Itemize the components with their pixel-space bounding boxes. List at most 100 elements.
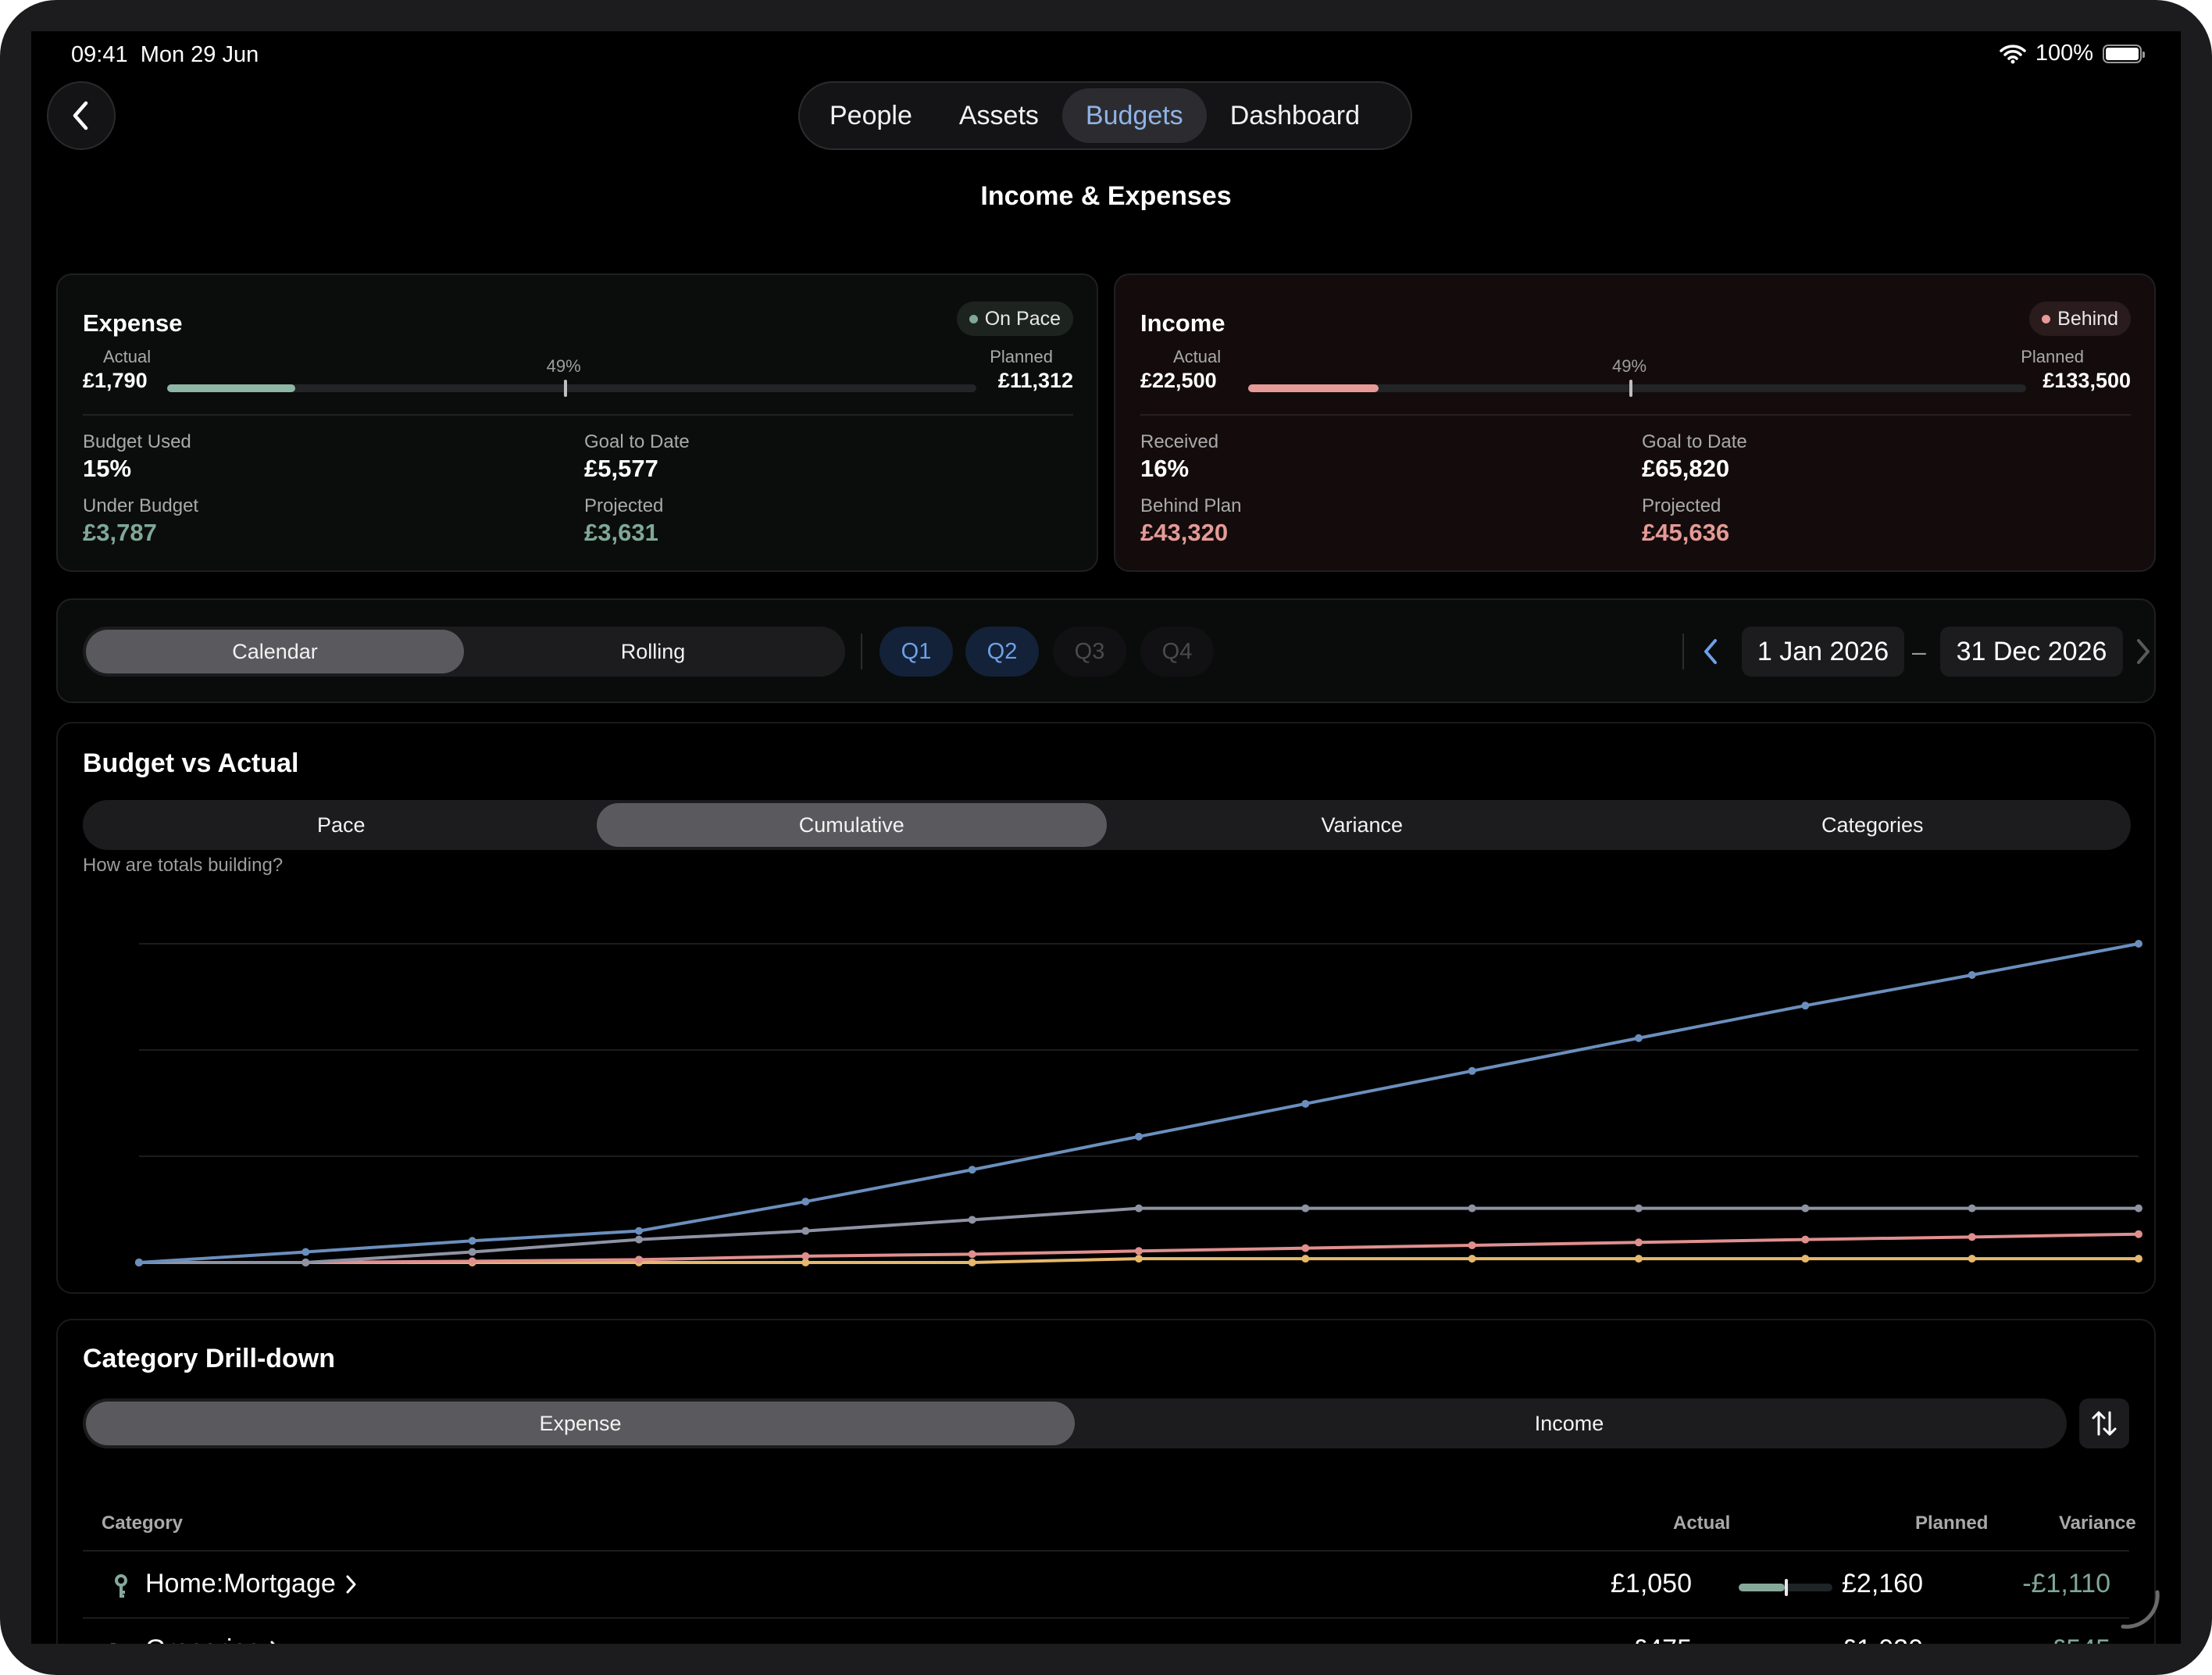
income-summary-card[interactable]: Income Behind Actual £22,500 Planned £13… bbox=[1114, 273, 2156, 572]
data-point[interactable] bbox=[801, 1198, 810, 1206]
data-point[interactable] bbox=[1301, 1244, 1310, 1252]
stat-value: £43,320 bbox=[1140, 519, 1229, 546]
column-header-category[interactable]: Category bbox=[102, 1512, 183, 1534]
data-point[interactable] bbox=[1135, 1247, 1143, 1255]
data-point[interactable] bbox=[1468, 1241, 1476, 1249]
data-point[interactable] bbox=[1135, 1255, 1143, 1263]
planned-amount: £1,020 bbox=[1842, 1634, 1923, 1644]
quarter-q3-button[interactable]: Q3 bbox=[1053, 627, 1126, 677]
status-bar-right: 100% bbox=[2000, 41, 2145, 66]
data-point[interactable] bbox=[2135, 1204, 2142, 1212]
actual-amount: £475 bbox=[1632, 1634, 1692, 1644]
data-point[interactable] bbox=[968, 1166, 976, 1174]
column-header-planned[interactable]: Planned bbox=[1915, 1512, 1988, 1534]
status-date: Mon 29 Jun bbox=[140, 42, 259, 67]
data-point[interactable] bbox=[635, 1255, 643, 1264]
next-period-button[interactable] bbox=[2128, 634, 2159, 669]
data-point[interactable] bbox=[1801, 1204, 1810, 1212]
data-point[interactable] bbox=[1801, 1002, 1810, 1010]
divider bbox=[1682, 634, 1684, 670]
data-point[interactable] bbox=[968, 1216, 976, 1224]
data-point[interactable] bbox=[1968, 1255, 1976, 1263]
data-point[interactable] bbox=[801, 1227, 810, 1235]
tab-dashboard[interactable]: Dashboard bbox=[1207, 88, 1383, 143]
mode-rolling[interactable]: Rolling bbox=[464, 630, 842, 673]
data-point[interactable] bbox=[635, 1227, 643, 1235]
data-point[interactable] bbox=[2135, 1230, 2142, 1238]
actual-amount: £1,050 bbox=[1611, 1569, 1692, 1598]
category-name[interactable]: Home:Mortgage bbox=[145, 1569, 358, 1599]
data-point[interactable] bbox=[1635, 1204, 1643, 1212]
data-point[interactable] bbox=[1135, 1132, 1143, 1141]
actual-progress-fill bbox=[1739, 1584, 1785, 1591]
data-point[interactable] bbox=[1635, 1034, 1643, 1042]
data-point[interactable] bbox=[1968, 1233, 1976, 1241]
column-header-actual[interactable]: Actual bbox=[1673, 1512, 1730, 1534]
tab-expense[interactable]: Expense bbox=[86, 1402, 1075, 1445]
period-filter-bar: Calendar Rolling Q1 Q2 Q3 Q4 1 Jan 2026 … bbox=[56, 598, 2156, 703]
column-header-variance[interactable]: Variance bbox=[2059, 1512, 2136, 1534]
data-point[interactable] bbox=[135, 1259, 143, 1266]
data-point[interactable] bbox=[1301, 1204, 1310, 1212]
data-point[interactable] bbox=[1635, 1238, 1643, 1247]
stat-label: Projected bbox=[1642, 495, 1721, 516]
data-point[interactable] bbox=[635, 1235, 643, 1244]
data-point[interactable] bbox=[468, 1248, 476, 1256]
data-point[interactable] bbox=[468, 1237, 476, 1245]
tab-income[interactable]: Income bbox=[1075, 1402, 2064, 1445]
quarter-q1-button[interactable]: Q1 bbox=[879, 627, 953, 677]
quarter-q4-button[interactable]: Q4 bbox=[1140, 627, 1214, 677]
data-point[interactable] bbox=[468, 1257, 476, 1266]
end-date-picker[interactable]: 31 Dec 2026 bbox=[1940, 627, 2123, 677]
divider bbox=[83, 1617, 2129, 1619]
data-point[interactable] bbox=[968, 1250, 976, 1259]
data-point[interactable] bbox=[1801, 1235, 1810, 1244]
start-date-picker[interactable]: 1 Jan 2026 bbox=[1742, 627, 1904, 677]
variance-amount: -£1,110 bbox=[2022, 1569, 2110, 1598]
data-point[interactable] bbox=[1301, 1255, 1310, 1263]
data-point[interactable] bbox=[2135, 940, 2142, 948]
quarter-q2-button[interactable]: Q2 bbox=[965, 627, 1039, 677]
tab-people[interactable]: People bbox=[806, 88, 936, 143]
mode-calendar[interactable]: Calendar bbox=[86, 630, 464, 673]
data-point[interactable] bbox=[1635, 1255, 1643, 1263]
pace-marker bbox=[1784, 1579, 1788, 1596]
data-point[interactable] bbox=[301, 1248, 310, 1256]
previous-period-button[interactable] bbox=[1695, 634, 1726, 669]
data-point[interactable] bbox=[1468, 1204, 1476, 1212]
data-point[interactable] bbox=[1968, 1204, 1976, 1212]
data-point[interactable] bbox=[301, 1259, 310, 1266]
income-card-title: Income bbox=[1140, 309, 1226, 337]
back-button[interactable] bbox=[47, 81, 116, 150]
stat-value: £5,577 bbox=[584, 455, 658, 482]
data-point[interactable] bbox=[1968, 970, 1976, 979]
stat-label: Goal to Date bbox=[584, 431, 690, 452]
stat-value: 15% bbox=[83, 455, 132, 482]
tab-assets[interactable]: Assets bbox=[936, 88, 1062, 143]
actual-label: Actual bbox=[103, 347, 152, 366]
chevron-left-icon bbox=[73, 101, 88, 130]
stat-value: £45,636 bbox=[1642, 519, 1730, 546]
data-point[interactable] bbox=[1468, 1066, 1476, 1075]
data-point[interactable] bbox=[1301, 1099, 1310, 1108]
top-nav-tabs: People Assets Budgets Dashboard bbox=[798, 81, 1412, 150]
stat-label: Under Budget bbox=[83, 495, 199, 516]
category-name[interactable]: Groceries bbox=[145, 1634, 282, 1644]
stat-value: £3,631 bbox=[584, 519, 658, 546]
expense-summary-card[interactable]: Expense On Pace Actual £1,790 Planned £1… bbox=[56, 273, 1098, 572]
data-point[interactable] bbox=[1801, 1255, 1810, 1263]
data-point[interactable] bbox=[1135, 1204, 1143, 1212]
data-point[interactable] bbox=[968, 1259, 976, 1266]
tab-budgets[interactable]: Budgets bbox=[1061, 88, 1207, 143]
planned-label: Planned bbox=[2021, 347, 2084, 366]
data-point[interactable] bbox=[2135, 1255, 2142, 1263]
data-point[interactable] bbox=[801, 1252, 810, 1260]
chevron-right-icon bbox=[270, 1641, 276, 1644]
date-range-separator: – bbox=[1912, 638, 1926, 666]
sort-button[interactable] bbox=[2079, 1398, 2129, 1448]
period-mode-toggle: Calendar Rolling bbox=[83, 627, 845, 677]
data-point[interactable] bbox=[1468, 1255, 1476, 1263]
wifi-icon bbox=[2000, 44, 2026, 63]
planned-value: £11,312 bbox=[997, 369, 1073, 392]
planned-amount: £2,160 bbox=[1842, 1569, 1923, 1598]
